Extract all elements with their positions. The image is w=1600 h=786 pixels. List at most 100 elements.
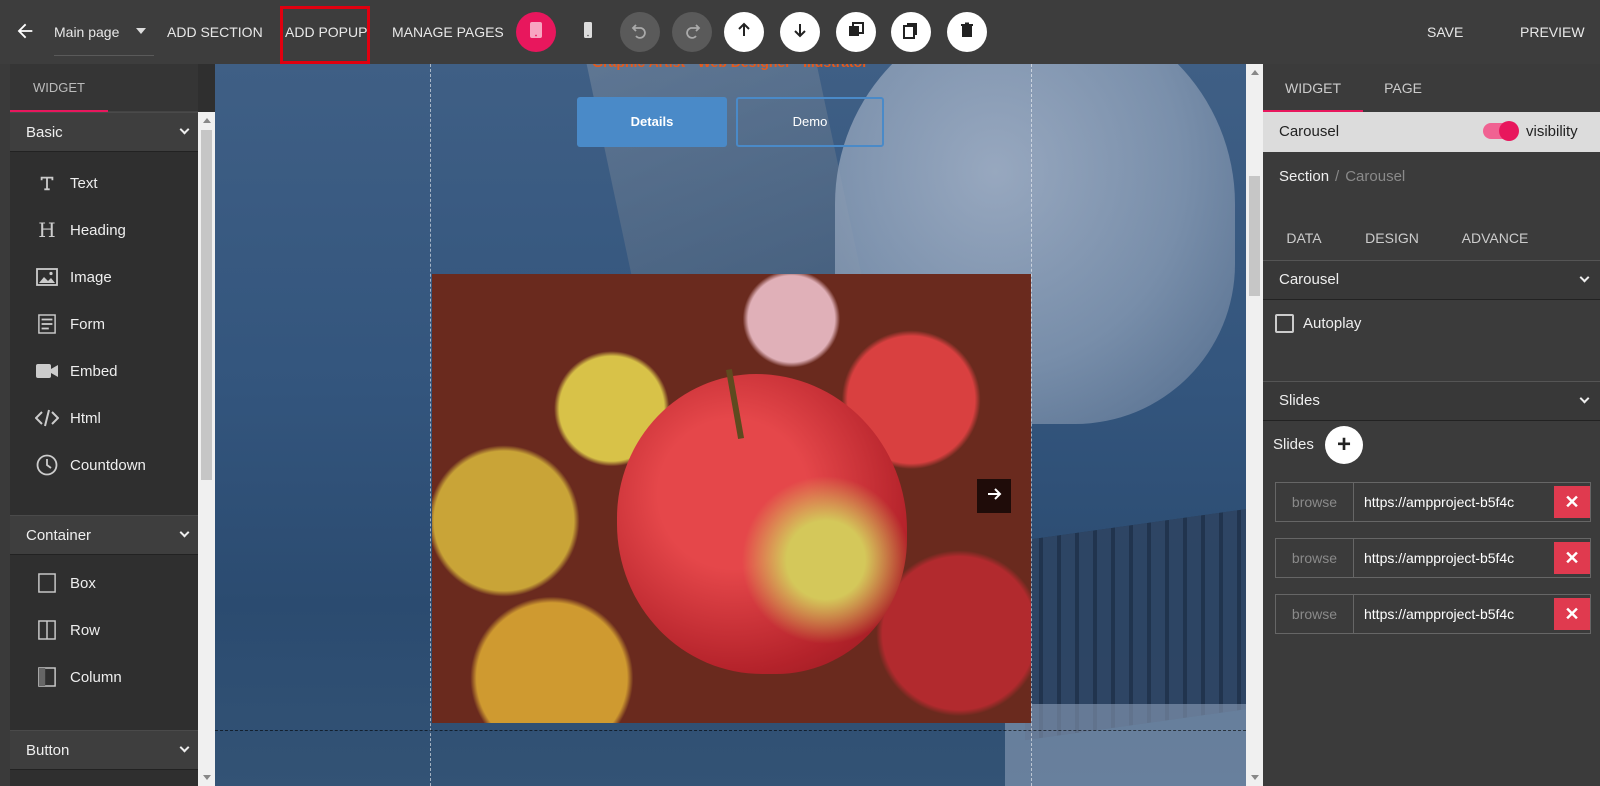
remove-slide-button[interactable]: ✕	[1554, 598, 1590, 630]
add-popup-button[interactable]: ADD POPUP	[285, 24, 367, 40]
hero-subtitle[interactable]: Graphic Artist · Web Designer · Illustra…	[550, 64, 910, 74]
left-panel-scrollbar[interactable]	[198, 112, 215, 786]
remove-slide-button[interactable]: ✕	[1554, 486, 1590, 518]
tab-design[interactable]: DESIGN	[1345, 214, 1439, 262]
move-up-button[interactable]	[724, 12, 764, 52]
arrow-up-icon	[735, 21, 753, 44]
widget-label: Row	[70, 621, 101, 639]
form-icon	[34, 312, 60, 336]
widget-label: Embed	[70, 362, 118, 380]
autoplay-label: Autoplay	[1303, 315, 1362, 332]
scroll-thumb[interactable]	[201, 130, 212, 480]
remove-slide-button[interactable]: ✕	[1554, 542, 1590, 574]
text-icon	[34, 171, 60, 195]
section-title: Button	[26, 742, 70, 759]
section-basic[interactable]: Basic	[10, 112, 198, 152]
image-icon	[34, 265, 60, 289]
scroll-down-icon[interactable]	[1251, 775, 1259, 780]
tab-advance[interactable]: ADVANCE	[1439, 214, 1551, 262]
editor-canvas[interactable]: Graphic Artist · Web Designer · Illustra…	[215, 64, 1246, 786]
page-select[interactable]: Main page	[54, 24, 154, 56]
widget-label: Countdown	[70, 456, 146, 474]
details-button[interactable]: Details	[577, 97, 727, 147]
widget-heading[interactable]: H Heading	[34, 215, 126, 245]
widget-label: Image	[70, 268, 112, 286]
back-arrow-icon[interactable]	[14, 20, 36, 42]
add-section-button[interactable]: ADD SECTION	[167, 24, 263, 40]
widget-label: Box	[70, 574, 96, 592]
widget-countdown[interactable]: Countdown	[34, 450, 146, 480]
move-down-button[interactable]	[780, 12, 820, 52]
component-name: Carousel	[1279, 123, 1340, 140]
manage-pages-button[interactable]: MANAGE PAGES	[392, 24, 504, 40]
widget-column[interactable]: Column	[34, 662, 122, 692]
canvas-scrollbar[interactable]	[1246, 64, 1263, 786]
plus-icon: +	[1336, 431, 1351, 458]
copy-button[interactable]	[891, 12, 931, 52]
add-slide-button[interactable]: +	[1325, 426, 1363, 464]
background-laptop-base	[1005, 704, 1246, 786]
widget-row[interactable]: Row	[34, 615, 100, 645]
widget-text[interactable]: Text	[34, 168, 98, 198]
slides-accordion[interactable]: Slides	[1263, 381, 1600, 421]
tab-page[interactable]: PAGE	[1363, 64, 1443, 112]
chevron-down-icon	[179, 527, 190, 538]
chevron-down-icon	[1579, 393, 1590, 404]
widget-html[interactable]: Html	[34, 403, 101, 433]
section-divider	[215, 730, 1246, 731]
widget-embed[interactable]: Embed	[34, 356, 118, 386]
browse-button[interactable]: browse	[1276, 483, 1354, 521]
code-icon	[34, 406, 60, 430]
arrow-right-icon	[986, 486, 1002, 507]
section-title: Basic	[26, 124, 63, 141]
duplicate-button[interactable]	[836, 12, 876, 52]
visibility-toggle[interactable]	[1483, 121, 1519, 141]
breadcrumb: Section / Carousel	[1279, 168, 1405, 185]
scroll-up-icon[interactable]	[1251, 70, 1259, 75]
arrow-down-icon	[791, 21, 809, 44]
slide-url-input[interactable]: https://ampproject-b5f4c	[1354, 595, 1552, 633]
slide-url-input[interactable]: https://ampproject-b5f4c	[1354, 539, 1552, 577]
scroll-up-icon[interactable]	[203, 118, 211, 123]
close-icon: ✕	[1564, 492, 1580, 512]
close-icon: ✕	[1564, 548, 1580, 568]
save-button[interactable]: SAVE	[1427, 24, 1463, 40]
widget-form[interactable]: Form	[34, 309, 105, 339]
carousel-widget[interactable]	[432, 274, 1031, 723]
mobile-view-button[interactable]	[568, 12, 608, 52]
autoplay-checkbox[interactable]	[1275, 314, 1294, 333]
tab-widget[interactable]: WIDGET	[1263, 64, 1363, 112]
slide-url-input[interactable]: https://ampproject-b5f4c	[1354, 483, 1552, 521]
widget-label: Form	[70, 315, 105, 333]
section-button[interactable]: Button	[10, 730, 198, 770]
breadcrumb-separator: /	[1335, 168, 1340, 185]
component-bar: Carousel visibility	[1263, 112, 1600, 152]
carousel-next-button[interactable]	[977, 479, 1011, 513]
delete-button[interactable]	[947, 12, 987, 52]
top-toolbar: Main page ADD SECTION ADD POPUP MANAGE P…	[0, 0, 1600, 64]
browse-button[interactable]: browse	[1276, 595, 1354, 633]
widget-box[interactable]: Box	[34, 568, 96, 598]
undo-button[interactable]	[620, 12, 660, 52]
breadcrumb-section[interactable]: Section	[1279, 168, 1329, 185]
scroll-thumb[interactable]	[1249, 176, 1260, 296]
browse-button[interactable]: browse	[1276, 539, 1354, 577]
slide-row: browse https://ampproject-b5f4c ✕	[1275, 482, 1591, 522]
section-container[interactable]: Container	[10, 515, 198, 555]
preview-button[interactable]: PREVIEW	[1520, 24, 1585, 40]
visibility-label: visibility	[1526, 123, 1578, 140]
chevron-down-icon	[179, 124, 190, 135]
tablet-icon	[527, 21, 545, 44]
scroll-down-icon[interactable]	[203, 775, 211, 780]
tablet-view-button[interactable]	[516, 12, 556, 52]
accordion-title: Slides	[1279, 392, 1320, 409]
redo-button[interactable]	[672, 12, 712, 52]
tab-widget[interactable]: WIDGET	[10, 64, 108, 112]
redo-icon	[683, 21, 701, 44]
box-icon	[34, 571, 60, 595]
trash-icon	[958, 21, 976, 44]
demo-button[interactable]: Demo	[736, 97, 884, 147]
tab-data[interactable]: DATA	[1263, 214, 1345, 262]
carousel-accordion[interactable]: Carousel	[1263, 260, 1600, 300]
widget-image[interactable]: Image	[34, 262, 112, 292]
